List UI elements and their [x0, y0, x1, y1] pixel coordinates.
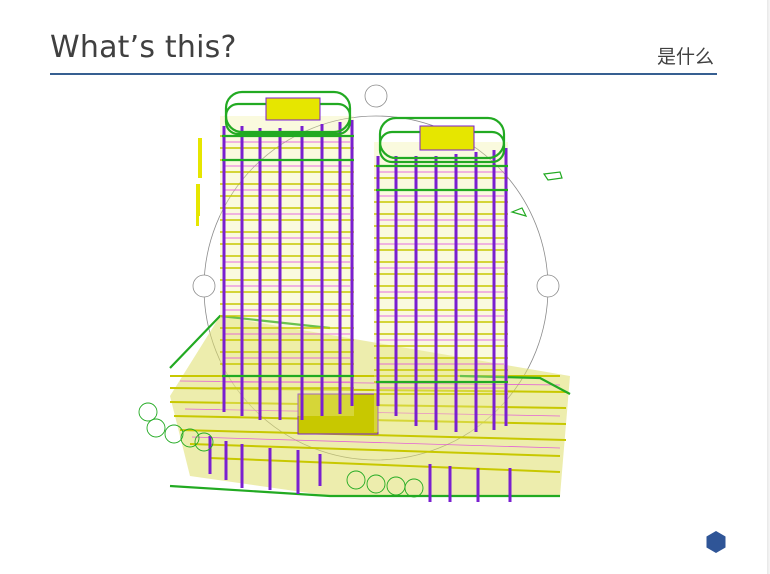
reference-node-left	[192, 274, 216, 298]
slide-title: What’s this?	[50, 30, 237, 65]
yellow-member-2	[196, 184, 200, 216]
building-model-drawing	[138, 84, 571, 502]
reference-node-top	[364, 84, 388, 108]
hexagon-icon	[706, 531, 726, 553]
stray-element-1	[542, 171, 563, 181]
reference-node-right	[536, 274, 560, 298]
building-model-image	[130, 76, 590, 506]
right-tower	[374, 116, 508, 432]
stray-element-2	[510, 207, 528, 217]
slide-subtitle: 是什么	[656, 46, 714, 68]
title-underline	[50, 73, 717, 75]
left-tower	[220, 90, 354, 420]
yellow-member-1	[198, 138, 202, 178]
slide: What’s this? 是什么	[0, 0, 770, 574]
yellow-member-3	[196, 212, 199, 226]
